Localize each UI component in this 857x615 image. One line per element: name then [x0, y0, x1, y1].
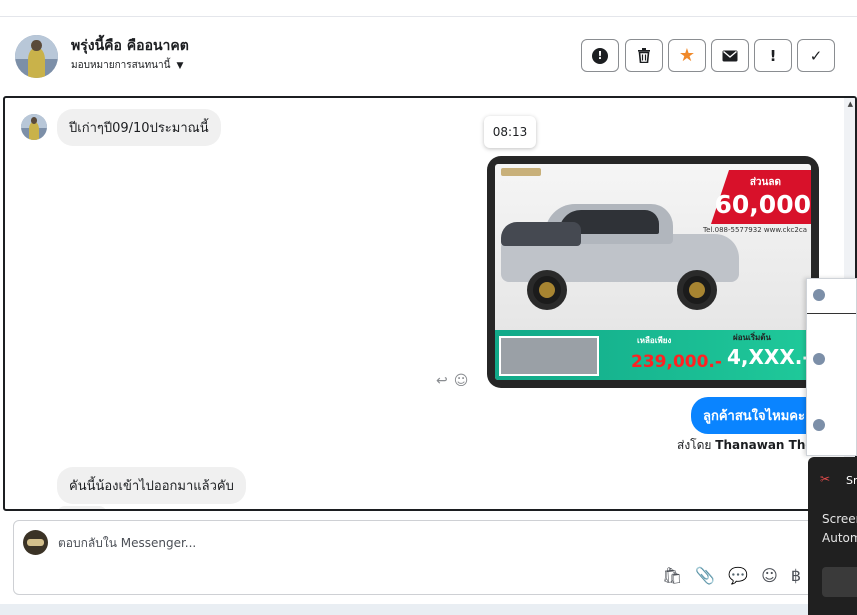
installment-label: ผ่อนเริ่มต้น	[733, 333, 771, 342]
trash-icon	[638, 48, 650, 63]
reply-input[interactable]	[58, 536, 658, 550]
caret-down-icon: ▼	[176, 60, 184, 71]
message-thread[interactable]: ปีเก่าๆปี09/10ประมาณนี้ 08:13 ส่วนลด 60,…	[3, 96, 857, 511]
overlapping-window-preview[interactable]	[806, 278, 857, 456]
delete-button[interactable]	[625, 39, 663, 72]
reply-composer: 🛍 📎 💬 ☺ ฿	[13, 520, 857, 595]
incoming-message[interactable]: คันนี้น้องเข้าไปออกมาแล้วคับ	[57, 467, 246, 504]
composer-toolbar: 🛍 📎 💬 ☺ ฿	[662, 566, 801, 585]
sender-avatar	[21, 114, 47, 140]
sent-by-prefix: ส่งโดย	[677, 438, 712, 452]
mark-unread-button[interactable]	[711, 39, 749, 72]
notification-title: Sn	[846, 474, 857, 487]
snipping-tool-notification[interactable]: ✂ Sn Screen Autom	[808, 457, 857, 615]
car-advertisement-image: ส่วนลด 60,000 Tel.088-5577932 www.ckc2ca…	[495, 164, 811, 380]
flag-button[interactable]: !	[754, 39, 792, 72]
price-label: เหลือเพียง	[637, 336, 672, 345]
image-message[interactable]: ส่วนลด 60,000 Tel.088-5577932 www.ckc2ca…	[487, 156, 819, 388]
contact-name[interactable]: พรุ่งนี้คือ คืออนาคต	[71, 35, 189, 57]
contact-avatar[interactable]	[15, 35, 58, 78]
react-smile-icon[interactable]: ☺	[454, 373, 469, 389]
installment-amount: 4,XXX.-	[727, 345, 811, 369]
interior-thumbnail	[499, 336, 599, 376]
snipping-tool-icon: ✂	[820, 472, 831, 486]
mark-done-button[interactable]: ✓	[797, 39, 835, 72]
reply-icon[interactable]: ↩	[436, 373, 448, 389]
mark-spam-button[interactable]: !	[581, 39, 619, 72]
notification-line: Screen	[822, 512, 857, 526]
top-strip	[0, 0, 857, 17]
page-avatar	[23, 530, 48, 555]
exclamation-icon: !	[769, 46, 777, 65]
bottom-band	[0, 604, 857, 615]
saved-reply-icon[interactable]: 💬	[728, 566, 748, 585]
timestamp-tooltip: 08:13	[484, 116, 536, 148]
message-actions: ↩ ☺	[436, 373, 468, 389]
partially-visible-message	[57, 506, 107, 509]
price-amount: 239,000.-	[631, 352, 722, 372]
envelope-icon	[722, 50, 738, 61]
discount-label: ส่วนลด	[749, 177, 781, 188]
notification-text: Screen Autom	[822, 510, 857, 548]
check-icon: ✓	[809, 46, 823, 65]
notification-action-button[interactable]	[822, 567, 857, 597]
sent-by-label: ส่งโดย Thanawan Thon	[677, 436, 822, 455]
incoming-message[interactable]: ปีเก่าๆปี09/10ประมาณนี้	[57, 109, 221, 146]
assign-label: มอบหมายการสนทนานี้	[71, 60, 171, 71]
notification-line: Autom	[822, 531, 857, 545]
shopping-bag-icon[interactable]: 🛍	[662, 566, 682, 585]
scroll-up-arrow-icon[interactable]: ▲	[848, 100, 853, 108]
alert-circle-icon: !	[592, 47, 608, 64]
dealer-logo	[501, 168, 541, 176]
baht-icon[interactable]: ฿	[791, 566, 801, 585]
paperclip-icon[interactable]: 📎	[695, 566, 715, 585]
assign-conversation-dropdown[interactable]: มอบหมายการสนทนานี้ ▼	[71, 58, 183, 73]
star-icon: ★	[678, 45, 696, 66]
conversation-header: พรุ่งนี้คือ คืออนาคต มอบหมายการสนทนานี้ …	[0, 18, 857, 96]
star-button[interactable]: ★	[668, 39, 706, 72]
emoji-icon[interactable]: ☺	[761, 566, 778, 585]
pickup-truck-photo	[501, 200, 739, 310]
